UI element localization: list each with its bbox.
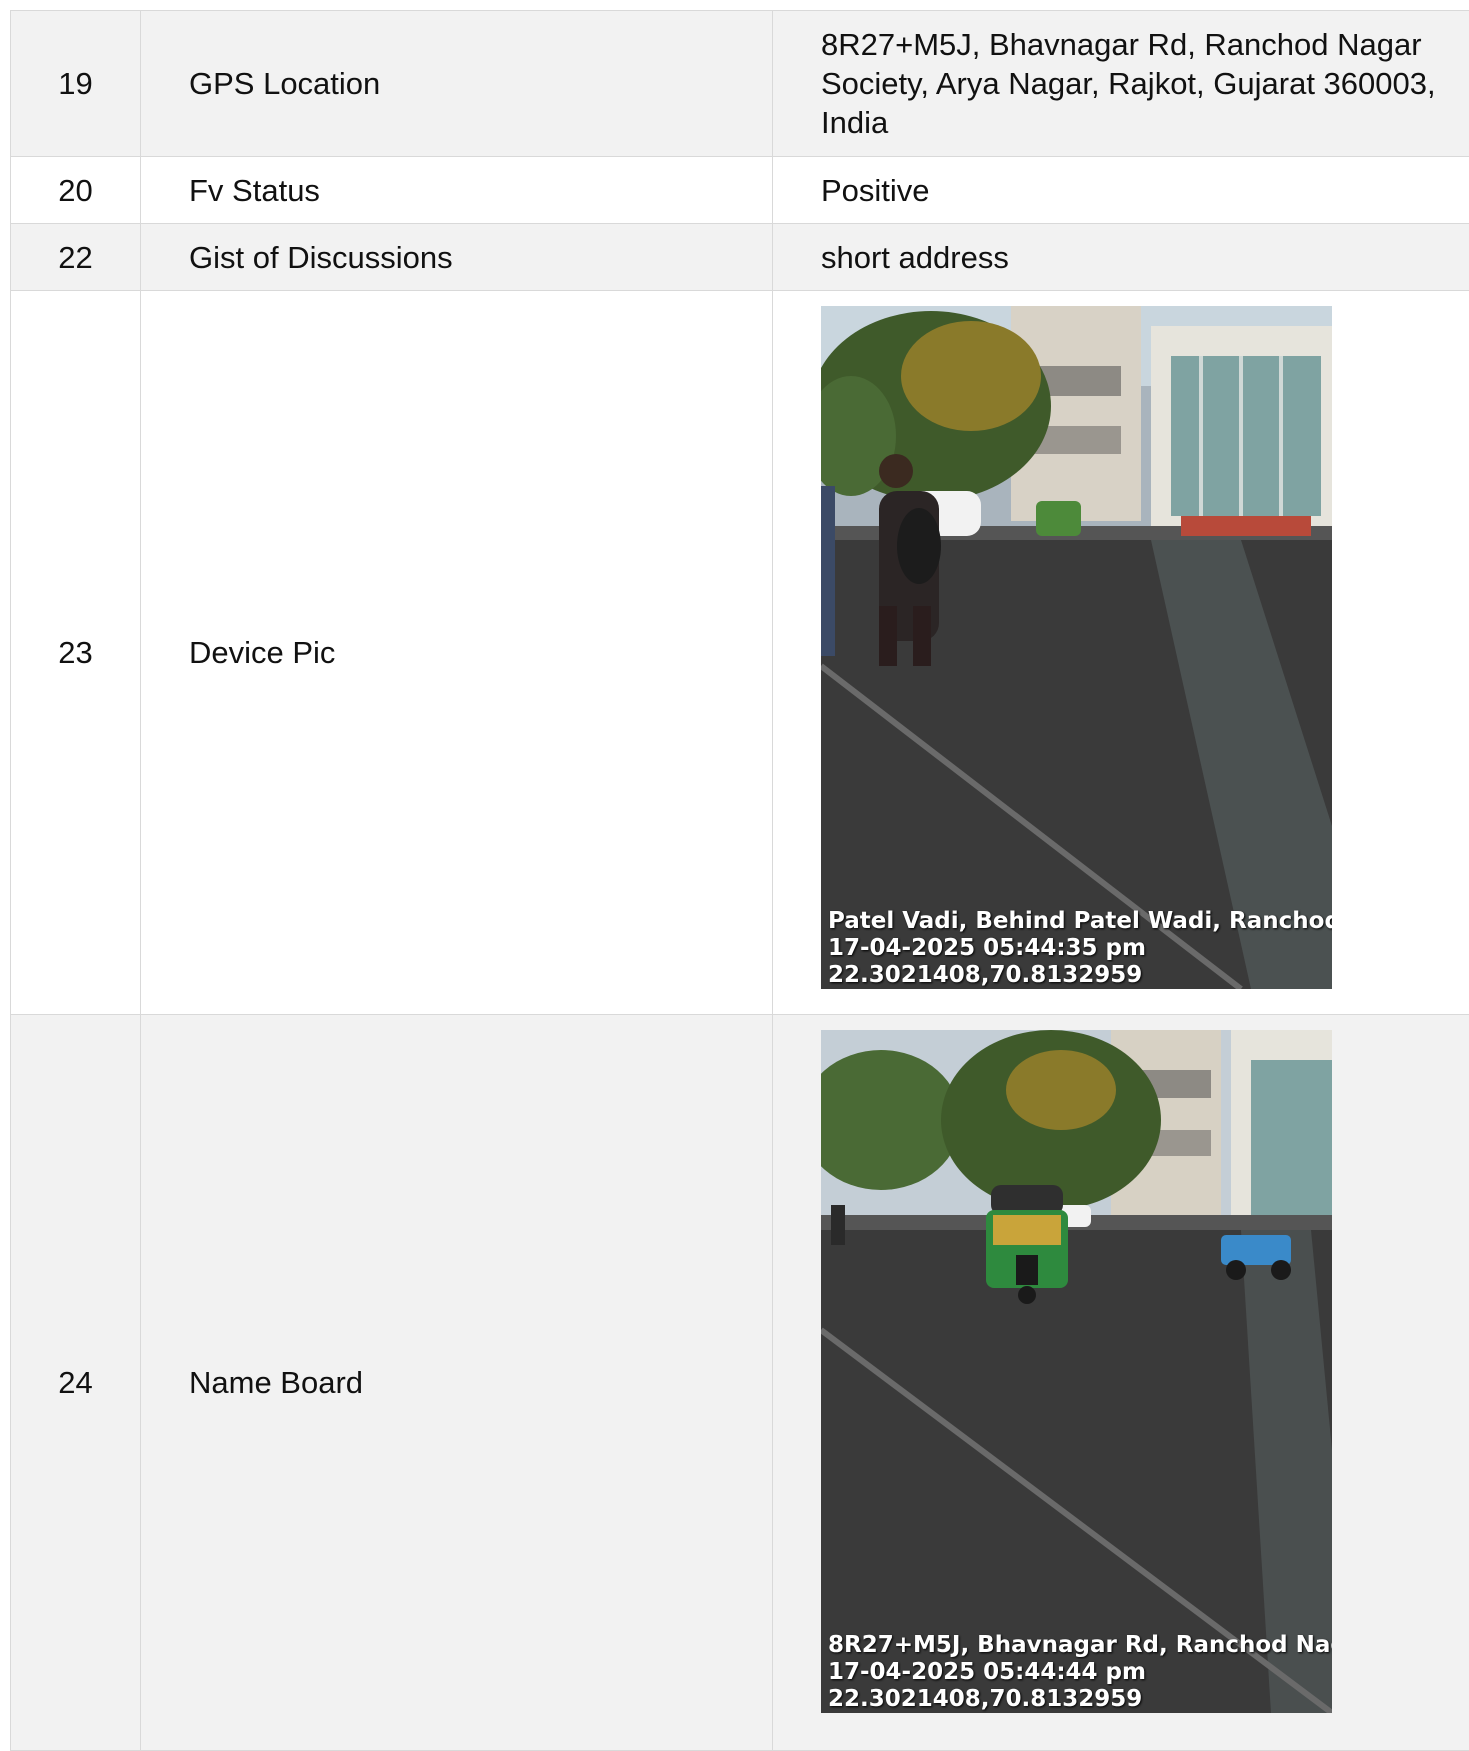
- field-label: Name Board: [141, 1015, 773, 1751]
- row-number: 23: [11, 291, 141, 1015]
- photo-coords: 22.3021408,70.8132959: [828, 962, 1332, 989]
- gps-location-value: 8R27+M5J, Bhavnagar Rd, Ranchod Nagar So…: [773, 11, 1469, 157]
- photo-address: Patel Vadi, Behind Patel Wadi, Ranchod .…: [828, 908, 1332, 935]
- street-photo-autorickshaw: [821, 1030, 1332, 1713]
- field-label: Fv Status: [141, 157, 773, 224]
- row-number: 22: [11, 224, 141, 291]
- field-label: Device Pic: [141, 291, 773, 1015]
- table-row: 24 Name Board: [11, 1015, 1469, 1751]
- photo-datetime: 17-04-2025 05:44:35 pm: [828, 935, 1332, 962]
- row-number: 24: [11, 1015, 141, 1751]
- table-row: 19 GPS Location 8R27+M5J, Bhavnagar Rd, …: [11, 11, 1469, 157]
- gist-value: short address: [773, 224, 1469, 291]
- photo-datetime: 17-04-2025 05:44:44 pm: [828, 1659, 1332, 1686]
- photo-stamp: 8R27+M5J, Bhavnagar Rd, Ranchod Nagar S …: [828, 1632, 1332, 1713]
- row-number: 19: [11, 11, 141, 157]
- field-label: Gist of Discussions: [141, 224, 773, 291]
- table-row: 20 Fv Status Positive: [11, 157, 1469, 224]
- photo-coords: 22.3021408,70.8132959: [828, 1686, 1332, 1713]
- table-row: 22 Gist of Discussions short address: [11, 224, 1469, 291]
- device-photo[interactable]: Patel Vadi, Behind Patel Wadi, Ranchod .…: [821, 306, 1332, 989]
- fv-status-value: Positive: [773, 157, 1469, 224]
- photo-stamp: Patel Vadi, Behind Patel Wadi, Ranchod .…: [828, 908, 1332, 989]
- table-row: 23 Device Pic: [11, 291, 1469, 1015]
- row-number: 20: [11, 157, 141, 224]
- device-pic-cell: Patel Vadi, Behind Patel Wadi, Ranchod .…: [773, 291, 1469, 1015]
- field-label: GPS Location: [141, 11, 773, 157]
- street-photo-pedestrian: [821, 306, 1332, 989]
- name-board-photo[interactable]: 8R27+M5J, Bhavnagar Rd, Ranchod Nagar S …: [821, 1030, 1332, 1713]
- name-board-cell: 8R27+M5J, Bhavnagar Rd, Ranchod Nagar S …: [773, 1015, 1469, 1751]
- verification-table: 19 GPS Location 8R27+M5J, Bhavnagar Rd, …: [10, 10, 1469, 1751]
- photo-address: 8R27+M5J, Bhavnagar Rd, Ranchod Nagar S: [828, 1632, 1332, 1659]
